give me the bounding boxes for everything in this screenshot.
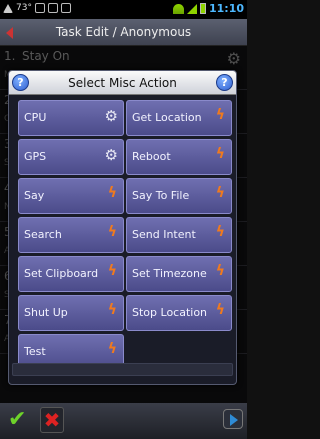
action-label: Send Intent [132, 228, 196, 241]
action-label: Say [24, 189, 45, 202]
dialog-title: Select Misc Action [68, 76, 177, 90]
action-button-reboot[interactable]: Reboot ϟ [126, 139, 232, 175]
lightning-icon: ϟ [215, 185, 225, 201]
action-label: Stop Location [132, 306, 208, 319]
cancel-x-button[interactable]: ✖ [40, 407, 64, 433]
page-title: Task Edit / Anonymous [55, 25, 192, 39]
action-label: Test [24, 345, 46, 358]
notification-icon [34, 3, 45, 13]
clock: 11:10 [208, 2, 244, 15]
help-icon[interactable]: ? [12, 74, 29, 91]
dialog-scrollbar[interactable] [12, 363, 233, 376]
status-bar: 73° 11:10 [0, 0, 247, 19]
action-button-get-location[interactable]: Get Location ϟ [126, 100, 232, 136]
lightning-icon: ϟ [215, 302, 225, 318]
lightning-icon: ϟ [107, 341, 117, 357]
accept-check-button[interactable]: ✔ [8, 407, 26, 432]
task-edit-titlebar: Task Edit / Anonymous [0, 19, 247, 46]
action-label: Reboot [132, 150, 171, 163]
back-arrow-icon[interactable] [6, 27, 13, 39]
help-icon[interactable]: ? [216, 74, 233, 91]
action-label: GPS [24, 150, 47, 163]
play-button[interactable] [223, 409, 243, 429]
gear-icon[interactable]: ⚙ [105, 109, 118, 124]
action-label: Shut Up [24, 306, 68, 319]
action-button-set-clipboard[interactable]: Set Clipboard ϟ [18, 256, 124, 292]
action-label: Say To File [132, 189, 190, 202]
temperature-readout: 73° [16, 3, 32, 13]
action-button-shut-up[interactable]: Shut Up ϟ [18, 295, 124, 331]
gear-icon[interactable]: ⚙ [105, 148, 118, 163]
action-button-gps[interactable]: GPS ⚙ [18, 139, 124, 175]
action-label: CPU [24, 111, 47, 124]
action-label: Set Timezone [132, 267, 207, 280]
task-bottom-bar: ✔ ✖ [0, 403, 247, 439]
lightning-icon: ϟ [215, 224, 225, 240]
action-button-set-timezone[interactable]: Set Timezone ϟ [126, 256, 232, 292]
wifi-icon [172, 3, 184, 14]
lightning-icon: ϟ [107, 302, 117, 318]
action-button-send-intent[interactable]: Send Intent ϟ [126, 217, 232, 253]
app-icon [60, 3, 71, 13]
action-button-stop-location[interactable]: Stop Location ϟ [126, 295, 232, 331]
action-label: Search [24, 228, 62, 241]
warning-icon [3, 3, 13, 13]
select-misc-action-dialog: ? Select Misc Action ? CPU ⚙ Get Locatio… [8, 70, 237, 385]
action-label: Get Location [132, 111, 202, 124]
lightning-icon: ϟ [215, 107, 225, 123]
lightning-icon: ϟ [107, 185, 117, 201]
lightning-icon: ϟ [107, 224, 117, 240]
action-button-say[interactable]: Say ϟ [18, 178, 124, 214]
dialog-header: ? Select Misc Action ? [9, 71, 236, 95]
signal-icon [186, 3, 197, 14]
action-label: Set Clipboard [24, 267, 99, 280]
lightning-icon: ϟ [215, 146, 225, 162]
action-button-cpu[interactable]: CPU ⚙ [18, 100, 124, 136]
action-button-say-to-file[interactable]: Say To File ϟ [126, 178, 232, 214]
action-button-search[interactable]: Search ϟ [18, 217, 124, 253]
lightning-icon: ϟ [107, 263, 117, 279]
mail-icon [47, 3, 58, 13]
lightning-icon: ϟ [215, 263, 225, 279]
battery-icon [199, 3, 206, 14]
